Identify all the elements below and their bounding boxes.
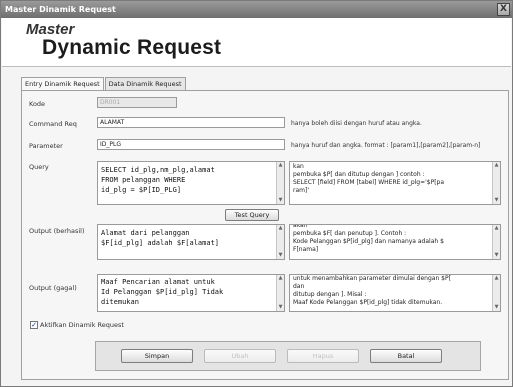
output-fail-help-scrollbar[interactable]: ▲ ▼ <box>492 275 500 311</box>
scroll-down-icon[interactable]: ▼ <box>493 304 500 311</box>
checkmark-icon: ✓ <box>31 321 37 329</box>
header-banner: Master Dynamic Request <box>2 18 511 66</box>
divider <box>2 66 511 67</box>
delete-button[interactable]: Hapus <box>287 349 359 363</box>
output-success-help-text: akan pembuka $F[ dan penutup ]. Contoh :… <box>293 224 444 253</box>
scroll-up-icon[interactable]: ▲ <box>493 225 500 232</box>
query-help-scrollbar[interactable]: ▲ ▼ <box>492 162 500 204</box>
command-req-input[interactable]: ALAMAT <box>97 117 285 128</box>
query-textarea[interactable]: SELECT id_plg,nm_plg,alamat FROM pelangg… <box>97 161 285 205</box>
output-fail-scrollbar[interactable]: ▲ ▼ <box>276 275 284 311</box>
output-fail-help-text: untuk menambahkan parameter dimulai deng… <box>293 275 451 306</box>
query-text: SELECT id_plg,nm_plg,alamat FROM pelangg… <box>101 166 215 194</box>
output-fail-textarea[interactable]: Maaf Pencarian alamat untuk Id Pelanggan… <box>97 274 285 312</box>
title-bar[interactable]: Master Dinamik Request X <box>1 1 512 18</box>
test-query-button[interactable]: Test Query <box>225 209 279 221</box>
scroll-down-icon[interactable]: ▼ <box>493 197 500 204</box>
parameter-hint: hanya huruf dan angka. format : [param1]… <box>291 142 481 149</box>
query-label: Query <box>29 163 49 171</box>
enable-dynamic-request-label[interactable]: Aktifkan Dinamik Request <box>40 321 124 329</box>
output-success-text: Alamat dari pelanggan $F[id_plg] adalah … <box>101 229 220 247</box>
scroll-down-icon[interactable]: ▼ <box>277 252 284 259</box>
parameter-input[interactable]: ID_PLG <box>97 139 285 150</box>
query-help-text: kan pembuka $P[ dan ditutup dengan ] con… <box>293 163 445 194</box>
kode-field: DR001 <box>97 97 177 108</box>
scroll-down-icon[interactable]: ▼ <box>493 252 500 259</box>
scroll-up-icon[interactable]: ▲ <box>277 162 284 169</box>
scroll-up-icon[interactable]: ▲ <box>277 275 284 282</box>
output-fail-text: Maaf Pencarian alamat untuk Id Pelanggan… <box>101 278 224 306</box>
scroll-up-icon[interactable]: ▲ <box>493 275 500 282</box>
scroll-up-icon[interactable]: ▲ <box>277 225 284 232</box>
tab-entry-dinamik-request[interactable]: Entry Dinamik Request <box>21 77 104 91</box>
scroll-up-icon[interactable]: ▲ <box>493 162 500 169</box>
close-button[interactable]: X <box>497 3 510 16</box>
banner-title-line2: Dynamic Request <box>42 36 222 59</box>
scroll-down-icon[interactable]: ▼ <box>277 304 284 311</box>
enable-dynamic-request-checkbox[interactable]: ✓ <box>30 321 38 329</box>
command-req-hint: hanya boleh diisi dengan huruf atau angk… <box>291 120 422 127</box>
output-success-help-box: akan pembuka $F[ dan penutup ]. Contoh :… <box>289 224 501 260</box>
parameter-label: Parameter <box>29 142 63 150</box>
output-fail-help-box: untuk menambahkan parameter dimulai deng… <box>289 274 501 312</box>
output-success-help-scrollbar[interactable]: ▲ ▼ <box>492 225 500 259</box>
query-help-box: kan pembuka $P[ dan ditutup dengan ] con… <box>289 161 501 205</box>
tab-bar: Entry Dinamik Request Data Dinamik Reque… <box>21 77 187 91</box>
scroll-down-icon[interactable]: ▼ <box>277 197 284 204</box>
command-req-label: Command Req <box>29 120 77 128</box>
kode-label: Kode <box>29 100 46 108</box>
cancel-button[interactable]: Batal <box>370 349 442 363</box>
edit-button[interactable]: Ubah <box>204 349 276 363</box>
tab-data-dinamik-request[interactable]: Data Dinamik Request <box>104 77 186 90</box>
query-scrollbar[interactable]: ▲ ▼ <box>276 162 284 204</box>
output-success-scrollbar[interactable]: ▲ ▼ <box>276 225 284 259</box>
output-fail-label: Output (gagal) <box>29 284 77 292</box>
master-dinamik-request-window: Master Dinamik Request X Master Dynamic … <box>0 0 513 387</box>
window-title: Master Dinamik Request <box>5 5 116 14</box>
output-success-label: Output (berhasil) <box>29 227 85 235</box>
save-button[interactable]: Simpan <box>121 349 193 363</box>
output-success-textarea[interactable]: Alamat dari pelanggan $F[id_plg] adalah … <box>97 224 285 260</box>
